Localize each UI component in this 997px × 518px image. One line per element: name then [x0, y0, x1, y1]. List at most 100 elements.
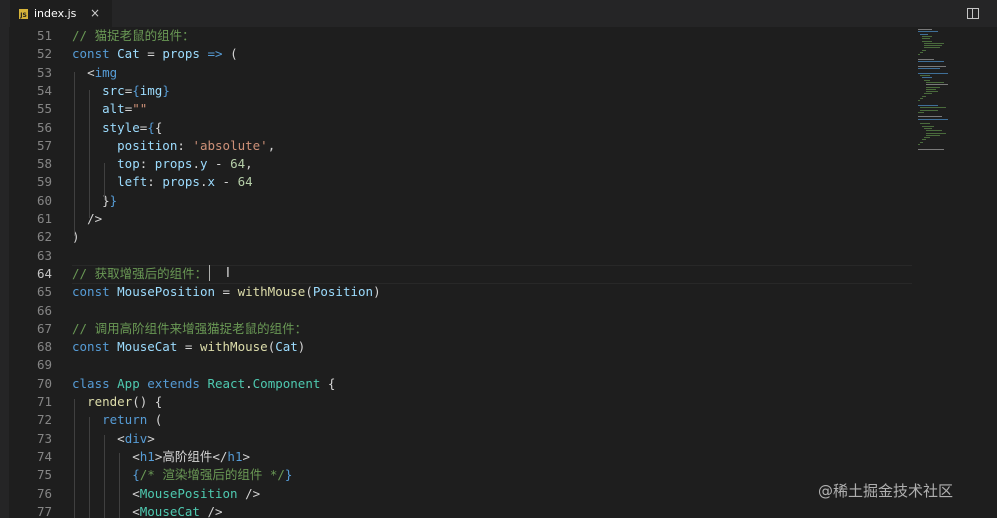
code-line[interactable]: 63	[0, 247, 910, 265]
code-token: top	[117, 156, 140, 172]
code-token: =	[139, 46, 163, 62]
code-text: // 猫捉老鼠的组件：	[72, 27, 195, 45]
code-line[interactable]: 53 <img	[0, 64, 910, 82]
code-line[interactable]: 77 <MouseCat />	[0, 503, 910, 518]
mouse-ibeam-icon: I	[226, 265, 230, 281]
code-line[interactable]: 56 style={{	[0, 119, 910, 137]
code-token: {	[154, 119, 163, 135]
code-token: h1	[227, 448, 243, 464]
code-token: // 获取增强后的组件：	[72, 265, 208, 281]
line-number: 64	[36, 265, 52, 281]
code-line[interactable]: 73 <div>	[0, 430, 910, 448]
code-line[interactable]: 74 <h1>高阶组件</h1>	[0, 448, 910, 466]
minimap-line	[920, 109, 938, 111]
code-token: =	[177, 339, 200, 355]
code-token: alt	[102, 101, 125, 117]
minimap-line	[926, 84, 948, 86]
code-token: {	[132, 467, 140, 483]
code-token: {	[320, 375, 336, 391]
minimap-line	[924, 93, 932, 95]
code-line[interactable]: 72 return (	[0, 411, 910, 429]
code-line[interactable]: 68 const MouseCat = withMouse(Cat)	[0, 338, 910, 356]
line-number: 77	[36, 503, 52, 518]
code-text: class App extends React.Component {	[72, 375, 335, 393]
minimap-line	[926, 81, 944, 83]
minimap-line	[926, 132, 946, 134]
code-token: :	[139, 156, 155, 172]
indent-guide	[74, 399, 75, 518]
code-line[interactable]: 55 alt=""	[0, 100, 910, 118]
code-token: }	[109, 192, 118, 208]
minimap-line	[920, 75, 930, 76]
code-token: {	[132, 82, 140, 98]
code-text: // 调用高阶组件来增强猫捉老鼠的组件：	[72, 320, 307, 338]
line-number: 54	[36, 82, 52, 98]
minimap-line	[922, 95, 926, 97]
code-line[interactable]: 51 // 猫捉老鼠的组件：	[0, 27, 910, 45]
code-token: :	[177, 137, 193, 153]
minimap-line	[926, 91, 938, 93]
js-file-icon: JS	[19, 8, 28, 19]
line-number: 62	[36, 229, 52, 245]
code-line[interactable]: 66	[0, 302, 910, 320]
editor-area[interactable]: 51// 猫捉老鼠的组件： 52 const Cat = props => (53 …	[0, 27, 997, 518]
code-line[interactable]: 58 top: props.y - 64,	[0, 155, 910, 173]
code-token: React	[207, 375, 246, 391]
code-token: />	[199, 503, 223, 518]
line-number: 73	[36, 430, 52, 446]
code-line[interactable]: 52 const Cat = props => (	[0, 45, 910, 63]
code-line[interactable]: 70 class App extends React.Component {	[0, 375, 910, 393]
code-line[interactable]: 62)	[0, 228, 910, 246]
code-token: ,	[245, 156, 253, 172]
code-line[interactable]: 59 left: props.x - 64	[0, 173, 910, 191]
code-text: {/* 渲染增强后的组件 */}	[72, 466, 292, 484]
code-line[interactable]: 67 // 调用高阶组件来增强猫捉老鼠的组件：	[0, 320, 910, 338]
line-number: 66	[36, 302, 52, 318]
minimap-line	[920, 107, 946, 109]
code-line[interactable]: 64 // 获取增强后的组件： I	[0, 264, 912, 284]
code-line[interactable]: 71 render() {	[0, 393, 910, 411]
code-editor-window: JS index.js × ··· 51 // 猫捉老鼠的组件： 52 const C…	[0, 0, 997, 518]
code-token: {	[147, 119, 155, 135]
code-token: const	[72, 46, 118, 62]
code-token: ,	[267, 137, 276, 153]
minimap-line	[926, 130, 942, 132]
code-line[interactable]: 76 <MousePosition />	[0, 485, 910, 503]
code-token: />	[237, 485, 261, 501]
code-token: =	[215, 284, 238, 300]
code-line[interactable]: 75 {/* 渲染增强后的组件 */}	[0, 466, 910, 484]
line-number: 74	[36, 448, 52, 464]
code-token: =>	[199, 46, 231, 62]
split-editor-icon[interactable]	[967, 8, 979, 19]
code-text: <div>	[72, 430, 155, 448]
line-number: 75	[36, 467, 52, 483]
close-icon[interactable]: ×	[90, 6, 100, 20]
code-line[interactable]: 60 }}	[0, 192, 910, 210]
minimap-line	[924, 79, 930, 81]
code-token: props	[162, 174, 200, 190]
minimap-line	[920, 33, 928, 35]
tab-index-js[interactable]: JS index.js ×	[10, 0, 112, 27]
code-token: () {	[132, 394, 163, 409]
code-token: )	[297, 339, 306, 355]
code-line[interactable]: 54 src={img}	[0, 82, 910, 100]
code-token: withMouse	[199, 339, 268, 355]
code-line[interactable]: 61 />	[0, 210, 910, 228]
minimap-line	[922, 49, 926, 51]
code-line[interactable]: 65 const MousePosition = withMouse(Positi…	[0, 283, 910, 301]
code-token: (	[305, 284, 313, 300]
code-line[interactable]: 57 position: 'absolute',	[0, 137, 910, 155]
code-token: y	[199, 156, 208, 172]
minimap[interactable]	[912, 27, 997, 518]
code-token: .	[245, 375, 253, 391]
minimap-line	[918, 111, 924, 113]
code-token: (	[230, 46, 238, 62]
minimap-line	[924, 137, 930, 139]
code-line[interactable]: 69	[0, 356, 910, 374]
minimap-line	[918, 116, 942, 118]
minimap-line	[918, 54, 920, 56]
